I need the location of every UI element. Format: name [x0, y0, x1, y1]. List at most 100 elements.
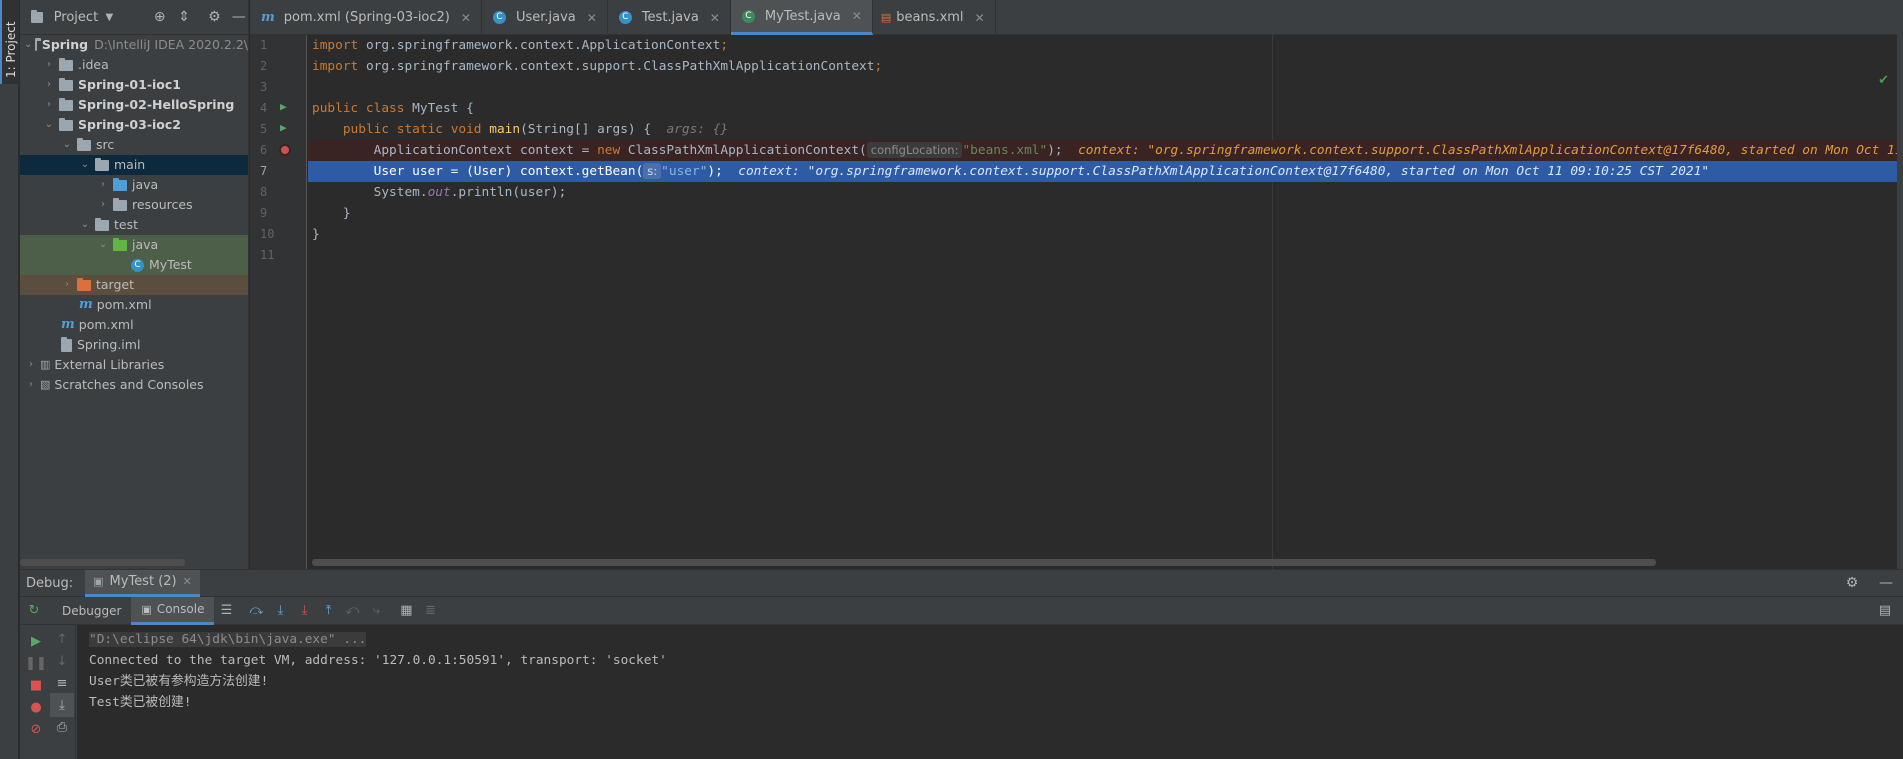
collapsed-arrow-icon[interactable]: ›: [96, 195, 110, 215]
run-to-cursor-icon[interactable]: ⤷: [364, 599, 388, 623]
tab-pom-xml[interactable]: m pom.xml (Spring-03-ioc2) ✕: [250, 0, 482, 35]
tree-item-external-libraries[interactable]: › ▥ External Libraries: [20, 355, 248, 375]
console-output[interactable]: "D:\eclipse 64\jdk\bin\java.exe" ... Con…: [77, 625, 1903, 759]
tree-item-resources[interactable]: › resources: [20, 195, 248, 215]
debug-session-tab[interactable]: ▣ MyTest (2) ✕: [85, 569, 200, 597]
collapsed-arrow-icon[interactable]: ›: [24, 375, 38, 395]
collapsed-arrow-icon[interactable]: ›: [42, 75, 56, 95]
tree-item-scratches[interactable]: › ▧ Scratches and Consoles: [20, 375, 248, 395]
expanded-arrow-icon[interactable]: ⌄: [24, 35, 32, 55]
tree-item-pom-module[interactable]: m pom.xml: [20, 295, 248, 315]
expanded-arrow-icon[interactable]: ⌄: [96, 235, 110, 255]
hide-panel-icon[interactable]: —: [230, 6, 248, 28]
print-icon[interactable]: ⎙: [50, 715, 74, 739]
code-text: User user = (User) context.getBean(: [373, 164, 644, 179]
tree-item-spring-02-hellospring[interactable]: › Spring-02-HelloSpring: [20, 95, 248, 115]
tree-item-idea[interactable]: › .idea: [20, 55, 248, 75]
gear-icon[interactable]: ⚙: [1841, 572, 1863, 594]
down-arrow-icon[interactable]: ↓: [50, 649, 74, 673]
breakpoint-icon[interactable]: [279, 144, 291, 156]
menu-icon[interactable]: ☰: [214, 599, 238, 623]
close-icon[interactable]: ✕: [183, 575, 192, 588]
tree-item-label: External Libraries: [54, 357, 165, 372]
collapsed-arrow-icon[interactable]: ›: [60, 275, 74, 295]
close-icon[interactable]: ✕: [587, 11, 597, 25]
collapsed-arrow-icon[interactable]: ›: [42, 55, 56, 75]
view-breakpoints-icon[interactable]: ●: [24, 695, 48, 719]
collapse-all-icon[interactable]: ⇕: [175, 6, 193, 28]
tree-item-path: D:\IntelliJ IDEA 2020.2.2\: [94, 37, 248, 52]
project-tool-tab[interactable]: 1: Project: [0, 0, 19, 84]
drop-frame-icon[interactable]: ⤺: [340, 599, 364, 623]
tree-item-main[interactable]: ⌄ main: [20, 155, 248, 175]
stop-icon[interactable]: ■: [24, 673, 48, 697]
close-icon[interactable]: ✕: [975, 11, 985, 25]
tab-user-java[interactable]: C User.java ✕: [482, 0, 608, 35]
step-over-icon[interactable]: ⤼: [244, 599, 268, 623]
line-number: 3: [250, 77, 307, 98]
tree-item-label: pom.xml: [78, 317, 134, 332]
scroll-to-end-icon[interactable]: ⤓: [50, 693, 74, 717]
class-icon: C: [741, 9, 755, 23]
console-command[interactable]: "D:\eclipse 64\jdk\bin\java.exe" ...: [89, 632, 367, 647]
force-step-into-icon[interactable]: ⤓: [292, 599, 316, 623]
code-editor[interactable]: import org.springframework.context.Appli…: [308, 35, 1903, 569]
collapsed-arrow-icon[interactable]: ›: [42, 95, 56, 115]
run-gutter-icon[interactable]: ▶: [280, 121, 287, 134]
tab-console[interactable]: ▣ Console: [131, 596, 215, 625]
tree-item-spring-03-ioc2[interactable]: ⌄ Spring-03-ioc2: [20, 115, 248, 135]
evaluate-expression-icon[interactable]: ▦: [394, 599, 418, 623]
console-line: "D:\eclipse 64\jdk\bin\java.exe" ...: [89, 629, 1903, 650]
folder-icon: [35, 37, 44, 51]
locate-icon[interactable]: ⊕: [151, 6, 169, 28]
chevron-down-icon[interactable]: ▼: [100, 6, 118, 28]
step-out-icon[interactable]: ⤒: [316, 599, 340, 623]
inspection-ok-icon[interactable]: ✔: [1878, 73, 1889, 88]
tab-label: beans.xml: [896, 10, 964, 25]
close-icon[interactable]: ✕: [710, 11, 720, 25]
tree-item-target[interactable]: › target: [20, 275, 248, 295]
hide-panel-icon[interactable]: —: [1875, 572, 1897, 594]
tree-item-spring[interactable]: ⌄ Spring D:\IntelliJ IDEA 2020.2.2\: [20, 35, 248, 55]
up-arrow-icon[interactable]: ↑: [50, 627, 74, 651]
pause-icon[interactable]: ❚❚: [24, 651, 48, 675]
tree-item-java-main[interactable]: › java: [20, 175, 248, 195]
tab-mytest-java[interactable]: C MyTest.java ✕: [730, 0, 873, 35]
tab-beans-xml[interactable]: ▤ beans.xml ✕: [873, 0, 996, 35]
editor-gutter[interactable]: 1 2 3 4 ▶ 5 ▶ 6 7 8 9 10 11: [250, 35, 307, 569]
expanded-arrow-icon[interactable]: ⌄: [78, 215, 92, 235]
run-gutter-icon[interactable]: ▶: [280, 100, 287, 113]
tree-item-spring-01-ioc1[interactable]: › Spring-01-ioc1: [20, 75, 248, 95]
step-into-icon[interactable]: ⤓: [268, 599, 292, 623]
resume-icon[interactable]: ▶: [24, 629, 48, 653]
expanded-arrow-icon[interactable]: ⌄: [60, 135, 74, 155]
tab-test-java[interactable]: C Test.java ✕: [608, 0, 731, 35]
gear-icon[interactable]: ⚙: [205, 6, 223, 28]
line-number-text: 7: [260, 164, 268, 178]
tree-item-src[interactable]: ⌄ src: [20, 135, 248, 155]
mute-breakpoints-icon[interactable]: ⊘: [24, 717, 48, 741]
tree-item-pom-root[interactable]: m pom.xml: [20, 315, 248, 335]
tree-item-mytest[interactable]: C MyTest: [20, 255, 248, 275]
tree-item-spring-iml[interactable]: Spring.iml: [20, 335, 248, 355]
tab-debugger[interactable]: Debugger: [52, 597, 131, 625]
project-view-selector[interactable]: Project: [54, 10, 98, 25]
inline-debug-value: args: {}: [666, 122, 729, 137]
tree-item-test[interactable]: ⌄ test: [20, 215, 248, 235]
soft-wrap-icon[interactable]: ≡: [50, 671, 74, 695]
tree-item-java-test[interactable]: ⌄ java: [20, 235, 248, 255]
editor-horizontal-scrollbar[interactable]: [312, 559, 1656, 566]
close-icon[interactable]: ✕: [461, 11, 471, 25]
expanded-arrow-icon[interactable]: ⌄: [78, 155, 92, 175]
collapsed-arrow-icon[interactable]: ›: [24, 355, 38, 375]
trace-icon[interactable]: ≣: [418, 599, 442, 623]
project-scrollbar[interactable]: [20, 559, 185, 566]
close-icon[interactable]: ✕: [852, 9, 862, 23]
layout-settings-icon[interactable]: ▤: [1873, 599, 1897, 623]
expanded-arrow-icon[interactable]: ⌄: [42, 115, 56, 135]
collapsed-arrow-icon[interactable]: ›: [96, 175, 110, 195]
project-tool-tab-label: 1: Project: [4, 21, 18, 78]
rerun-icon[interactable]: ↻: [22, 599, 46, 623]
code-text: ClassPathXmlApplicationContext(: [620, 143, 867, 158]
module-folder-icon: [59, 117, 73, 131]
